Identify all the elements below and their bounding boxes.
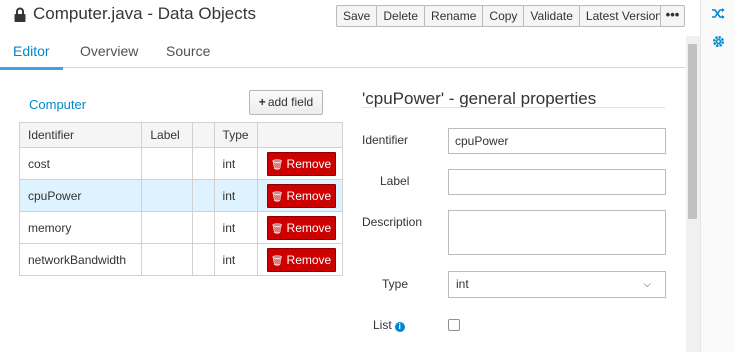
label-label: Label [380,174,410,188]
type-select-value: int [456,277,469,291]
add-field-label: add field [267,95,314,109]
cell-blank [191,243,215,276]
lock-icon [14,7,26,22]
tab-bar: Editor Overview Source [0,36,686,70]
fields-table: Identifier Label Type cost int 🗑 Remove c… [18,122,344,276]
list-label: List i [373,318,405,332]
data-object-name: Computer [29,97,87,112]
remove-button[interactable]: 🗑 Remove [266,183,336,208]
cell-label [141,243,193,276]
cell-actions: 🗑 Remove [256,243,344,276]
type-select[interactable]: int ⌵ [448,271,666,298]
cell-type: int [213,211,258,244]
remove-label: Remove [286,252,332,267]
cell-identifier: networkBandwidth [18,243,143,276]
save-button[interactable]: Save [337,6,378,26]
remove-button[interactable]: 🗑 Remove [266,215,336,240]
cell-label [141,147,193,180]
remove-button[interactable]: 🗑 Remove [266,247,336,272]
cell-identifier: cost [18,147,143,180]
toolbar: Save Delete Rename Copy Validate Latest … [336,5,683,27]
description-textarea[interactable] [448,210,666,255]
cell-label [141,211,193,244]
info-icon[interactable]: i [394,322,405,332]
trash-icon: 🗑 [270,223,284,235]
remove-button[interactable]: 🗑 Remove [266,151,336,176]
trash-icon: 🗑 [270,159,284,171]
copy-button[interactable]: Copy [483,6,525,26]
rename-button[interactable]: Rename [425,6,484,26]
page-title: Computer.java - Data Objects [33,4,256,23]
gear-icon[interactable] [712,35,725,48]
tab-editor[interactable]: Editor [0,43,63,70]
right-rail [700,0,734,352]
list-label-text: List [373,318,392,332]
description-label: Description [362,215,423,229]
label-input[interactable] [448,169,666,195]
table-header-row: Identifier Label Type [18,122,344,148]
chevron-down-icon: ⌵ [643,279,651,290]
identifier-input[interactable] [448,128,666,154]
kebab-menu-button[interactable]: ••• [660,5,685,27]
remove-label: Remove [286,188,332,203]
scrollbar-thumb[interactable] [688,44,697,219]
cell-actions: 🗑 Remove [256,147,344,180]
cell-blank [191,179,215,212]
column-header-blank [191,122,215,148]
table-row[interactable]: memory int 🗑 Remove [18,211,344,244]
column-header-label[interactable]: Label [141,122,193,148]
cell-blank [191,147,215,180]
cell-type: int [213,179,258,212]
properties-divider [362,107,665,108]
page-header: Computer.java - Data Objects Save Delete… [0,0,700,34]
version-label: Latest Version [585,9,662,23]
trash-icon: 🗑 [270,255,284,267]
vertical-scrollbar[interactable] [686,36,700,352]
cell-type: int [213,147,258,180]
table-row-selected[interactable]: cpuPower int 🗑 Remove [18,179,344,212]
add-field-button[interactable]: + add field [249,90,323,115]
remove-label: Remove [286,220,332,235]
cell-actions: 🗑 Remove [256,211,344,244]
remove-label: Remove [286,156,332,171]
table-row[interactable]: cost int 🗑 Remove [18,147,344,180]
cell-actions: 🗑 Remove [256,179,344,212]
identifier-label: Identifier [362,133,409,147]
delete-button[interactable]: Delete [377,6,426,26]
properties-title: 'cpuPower' - general properties [362,89,597,108]
cell-identifier: cpuPower [18,179,143,212]
cell-type: int [213,243,258,276]
cell-identifier: memory [18,211,143,244]
shuffle-icon[interactable] [712,7,725,20]
column-header-actions [256,122,344,148]
tab-overview[interactable]: Overview [80,43,138,59]
type-label: Type [382,277,409,291]
column-header-type[interactable]: Type [213,122,258,148]
validate-button[interactable]: Validate [524,6,580,26]
tab-source[interactable]: Source [166,43,210,59]
list-checkbox[interactable] [448,319,460,331]
cell-label [141,179,193,212]
column-header-identifier[interactable]: Identifier [18,122,143,148]
plus-icon: + [258,95,266,109]
cell-blank [191,211,215,244]
table-row[interactable]: networkBandwidth int 🗑 Remove [18,243,344,276]
trash-icon: 🗑 [270,191,284,203]
